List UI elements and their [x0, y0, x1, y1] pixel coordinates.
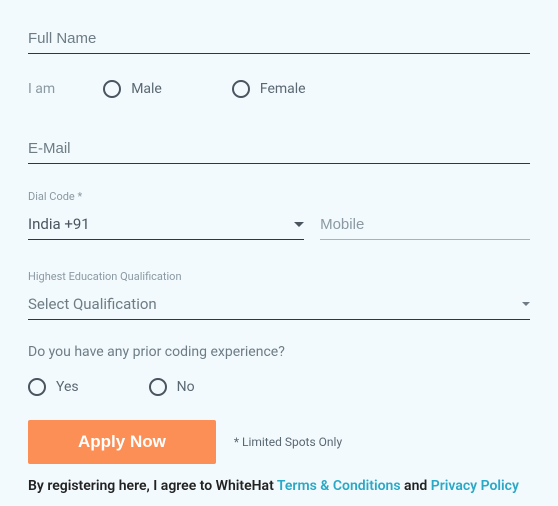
gender-female-label: Female	[260, 81, 306, 97]
coding-no-option[interactable]: No	[149, 378, 195, 396]
radio-icon	[28, 378, 46, 396]
radio-icon	[232, 80, 250, 98]
gender-male-label: Male	[131, 81, 162, 97]
coding-yesno-row: Yes No	[28, 378, 530, 396]
email-input[interactable]	[28, 134, 530, 164]
terms-link[interactable]: Terms & Conditions	[277, 478, 401, 494]
coding-no-label: No	[177, 379, 195, 395]
qualification-label: Highest Education Qualification	[28, 270, 530, 283]
gender-row: I am Male Female	[28, 80, 530, 98]
mobile-col	[320, 210, 530, 240]
registration-form: I am Male Female Dial Code * India +91 H…	[28, 24, 530, 494]
dial-code-value: India +91	[28, 215, 90, 233]
email-field	[28, 134, 530, 164]
iam-label: I am	[28, 81, 55, 97]
apply-button[interactable]: Apply Now	[28, 420, 216, 464]
coding-yes-option[interactable]: Yes	[28, 378, 79, 396]
coding-yes-label: Yes	[56, 379, 79, 395]
qualification-section: Highest Education Qualification Select Q…	[28, 270, 530, 320]
privacy-link[interactable]: Privacy Policy	[431, 478, 519, 494]
radio-icon	[103, 80, 121, 98]
apply-row: Apply Now * Limited Spots Only	[28, 420, 530, 464]
phone-row: Dial Code * India +91	[28, 190, 530, 240]
qualification-value: Select Qualification	[28, 295, 157, 313]
agreement-and: and	[401, 478, 431, 494]
full-name-input[interactable]	[28, 24, 530, 54]
chevron-down-icon	[294, 222, 304, 227]
dial-code-col: Dial Code * India +91	[28, 190, 304, 240]
full-name-field	[28, 24, 530, 54]
qualification-select[interactable]: Select Qualification	[28, 289, 530, 320]
dial-code-label: Dial Code *	[28, 190, 304, 203]
gender-male-option[interactable]: Male	[103, 80, 162, 98]
chevron-down-icon	[522, 302, 530, 306]
limited-spots-text: * Limited Spots Only	[234, 435, 342, 449]
coding-question: Do you have any prior coding experience?	[28, 344, 530, 360]
agreement-prefix: By registering here, I agree to WhiteHat	[28, 478, 277, 494]
gender-female-option[interactable]: Female	[232, 80, 306, 98]
dial-code-select[interactable]: India +91	[28, 209, 304, 240]
agreement-text: By registering here, I agree to WhiteHat…	[28, 478, 530, 494]
radio-icon	[149, 378, 167, 396]
mobile-input[interactable]	[320, 210, 530, 240]
